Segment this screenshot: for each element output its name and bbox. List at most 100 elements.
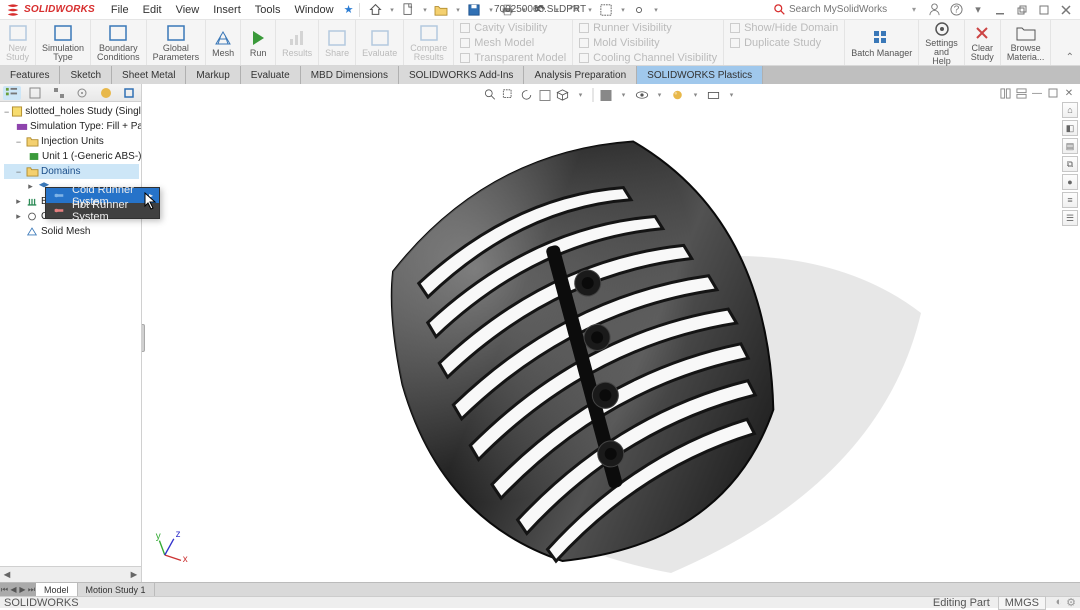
ribbon-global-parameters[interactable]: GlobalParameters [147,20,207,65]
nav-prev-icon[interactable]: ◀ [9,585,18,594]
ribbon-settings-and-help[interactable]: SettingsandHelp [919,20,965,65]
cavity-visibility-check[interactable]: Cavity Visibility [460,20,566,35]
menu-edit[interactable]: Edit [137,2,168,18]
chevron-down-icon[interactable]: ▾ [968,2,988,18]
maximize-icon[interactable] [1034,2,1054,18]
status-icon-1[interactable]: ◐ [1054,596,1064,609]
taskpane-appearance-icon[interactable]: ● [1062,174,1078,190]
context-hot-runner-system[interactable]: Hot Runner System [46,203,159,218]
tab-mbd-dimensions[interactable]: MBD Dimensions [301,66,399,84]
selection-icon[interactable] [595,1,617,19]
view-orientation-icon[interactable] [555,87,571,103]
ribbon-mesh[interactable]: Mesh [206,20,241,65]
tab-solidworks-add-ins[interactable]: SOLIDWORKS Add-Ins [399,66,524,84]
transparent-model-check[interactable]: Transparent Model [460,50,566,65]
graphics-viewport[interactable]: ▾ ▾ ▾ ▾ ▾ — ✕ ⌂ ◧ ▤ ⧉ ● ≡ ☰ [142,84,1080,582]
chevron-down-icon[interactable]: ▾ [619,1,626,19]
menu-tools[interactable]: Tools [249,2,287,18]
doc-maximize-icon[interactable] [1046,86,1060,100]
scroll-right-icon[interactable]: ► [127,569,141,581]
tab-motion-study[interactable]: Motion Study 1 [78,583,155,596]
tab-model[interactable]: Model [36,583,78,596]
nav-last-icon[interactable]: ⏭ [27,585,36,595]
config-tab-icon[interactable] [50,86,68,100]
property-tab-icon[interactable] [26,86,44,100]
zoom-fit-icon[interactable] [483,87,499,103]
chevron-down-icon[interactable]: ▾ [454,1,461,19]
hide-show-icon[interactable] [634,87,650,103]
chevron-down-icon[interactable]: ▾ [421,1,428,19]
ribbon-browse-materia[interactable]: BrowseMateria... [1001,20,1052,65]
tree-node-unit-1-generic-abs-[interactable]: Unit 1 (-Generic ABS-) [4,149,139,164]
menu-view[interactable]: View [170,2,206,18]
doc-split2-icon[interactable] [1014,86,1028,100]
taskpane-props-icon[interactable]: ≡ [1062,192,1078,208]
nav-first-icon[interactable]: ⏮ [0,585,9,595]
search-box[interactable]: ▾ [770,3,920,17]
ribbon-batch manager[interactable]: Batch Manager [845,20,919,65]
taskpane-forum-icon[interactable]: ☰ [1062,210,1078,226]
new-icon[interactable] [397,1,419,19]
display-style-icon[interactable] [598,87,614,103]
show-hide-domain-check[interactable]: Show/Hide Domain [730,20,838,35]
menu-insert[interactable]: Insert [207,2,247,18]
chevron-down-icon[interactable]: ▾ [616,87,632,103]
appearance-icon[interactable] [670,87,686,103]
login-icon[interactable] [924,2,944,18]
menu-window[interactable]: Window [288,2,339,18]
tree-node-simulation-type-fill-pack[interactable]: Simulation Type: Fill + Pack [4,119,139,134]
taskpane-view-icon[interactable]: ⧉ [1062,156,1078,172]
tab-evaluate[interactable]: Evaluate [241,66,301,84]
chevron-down-icon[interactable]: ▾ [388,1,395,19]
display-tab-icon[interactable] [97,86,115,100]
settings-icon[interactable] [628,1,650,19]
chevron-down-icon[interactable]: ▾ [688,87,704,103]
tab-sheet-metal[interactable]: Sheet Metal [112,66,186,84]
collapse-ribbon-icon[interactable]: ⌃ [1066,52,1074,63]
home-icon[interactable] [364,1,386,19]
chevron-down-icon[interactable]: ▾ [586,1,593,19]
search-dropdown-icon[interactable]: ▾ [912,5,916,14]
doc-split-icon[interactable] [998,86,1012,100]
duplicate-study-check[interactable]: Duplicate Study [730,35,838,50]
open-icon[interactable] [430,1,452,19]
search-input[interactable] [789,4,909,15]
tab-features[interactable]: Features [0,66,60,84]
restore-icon[interactable] [1012,2,1032,18]
chevron-down-icon[interactable]: ▾ [652,1,659,19]
pane-divider-handle[interactable] [142,324,145,352]
section-view-icon[interactable] [537,87,553,103]
mold-visibility-check[interactable]: Mold Visibility [579,35,717,50]
tree-node-injection-units[interactable]: −Injection Units [4,134,139,149]
ribbon-boundary-conditions[interactable]: BoundaryConditions [91,20,147,65]
chevron-down-icon[interactable]: ▾ [652,87,668,103]
close-icon[interactable] [1056,2,1076,18]
prev-view-icon[interactable] [519,87,535,103]
zoom-area-icon[interactable] [501,87,517,103]
runner-visibility-check[interactable]: Runner Visibility [579,20,717,35]
minimize-icon[interactable] [990,2,1010,18]
dimxpert-tab-icon[interactable] [73,86,91,100]
star-icon[interactable]: ★ [344,3,354,16]
taskpane-resources-icon[interactable]: ◧ [1062,120,1078,136]
tree-root[interactable]: −slotted_holes Study (Single Material ) [4,104,139,119]
taskpane-home-icon[interactable]: ⌂ [1062,102,1078,118]
tree-node-solid-mesh[interactable]: Solid Mesh [4,224,139,239]
mesh-model-check[interactable]: Mesh Model [460,35,566,50]
cooling-channel-visibility-check[interactable]: Cooling Channel Visibility [579,50,717,65]
doc-close-icon[interactable]: ✕ [1062,86,1076,100]
ribbon-run[interactable]: Run [241,20,276,65]
status-icon-2[interactable]: ⚙ [1066,596,1076,609]
taskpane-library-icon[interactable]: ▤ [1062,138,1078,154]
tab-sketch[interactable]: Sketch [60,66,112,84]
ribbon-simulation-type[interactable]: SimulationType [36,20,91,65]
save-icon[interactable] [463,1,485,19]
tab-markup[interactable]: Markup [186,66,240,84]
orientation-triad[interactable]: x y z [154,528,190,564]
tab-solidworks-plastics[interactable]: SOLIDWORKS Plastics [637,66,763,84]
unit-system-button[interactable]: MMGS [998,596,1046,610]
menu-file[interactable]: File [105,2,135,18]
scroll-left-icon[interactable]: ◄ [0,569,14,581]
help-icon[interactable]: ? [946,2,966,18]
plastics-tab-icon[interactable] [120,86,138,100]
